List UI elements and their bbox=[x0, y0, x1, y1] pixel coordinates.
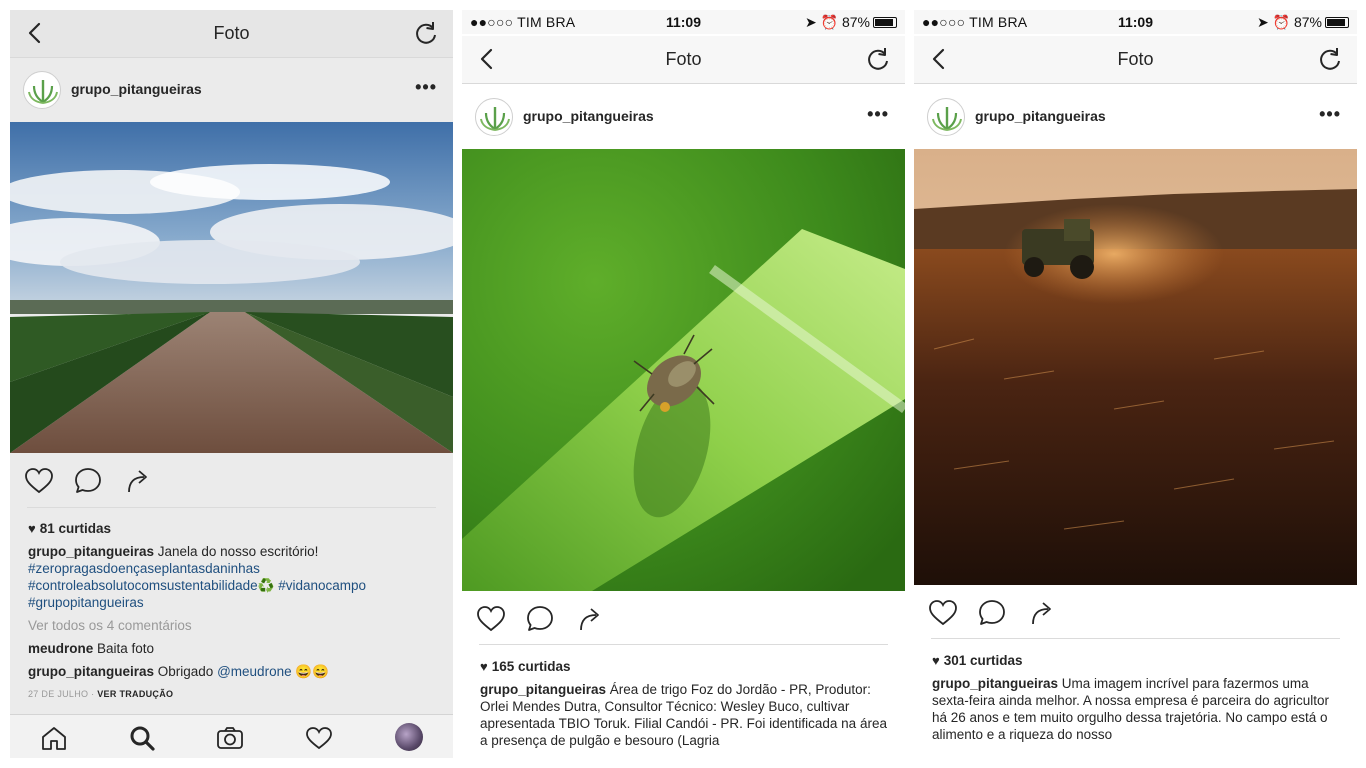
post-actions bbox=[462, 596, 905, 642]
post-meta: ♥ 81 curtidas grupo_pitangueiras Janela d… bbox=[28, 520, 439, 703]
post-date: 27 DE JULHO bbox=[28, 689, 89, 699]
post-actions bbox=[914, 590, 1357, 636]
status-right: ➤ ⏰ 87% bbox=[805, 14, 897, 31]
post-date-row: 27 DE JULHO · VER TRADUÇÃO bbox=[28, 689, 174, 699]
status-right: ➤ ⏰ 87% bbox=[1257, 14, 1349, 31]
heart-filled-icon: ♥ bbox=[480, 659, 488, 674]
home-icon[interactable] bbox=[40, 725, 68, 751]
location-alarm-icons: ➤ ⏰ bbox=[805, 14, 842, 30]
leaf-logo-icon bbox=[932, 107, 962, 131]
comment: grupo_pitangueiras Obrigado @meudrone 😄😄 bbox=[28, 663, 439, 680]
caption: grupo_pitangueiras Área de trigo Foz do … bbox=[480, 681, 891, 749]
nav-title: Foto bbox=[665, 49, 702, 69]
hashtag[interactable]: #zeropragasdoençaseplantasdaninhas bbox=[28, 561, 260, 576]
screenshot-panel-3: ●●○○○ TIM BRA 11:09 ➤ ⏰ 87% Foto grupo_p… bbox=[914, 10, 1357, 758]
post-meta: ♥ 165 curtidas grupo_pitangueiras Área de… bbox=[480, 658, 891, 749]
comment-icon[interactable] bbox=[73, 466, 103, 496]
post-header: grupo_pitangueiras ••• bbox=[914, 86, 1357, 148]
divider bbox=[479, 644, 888, 645]
caption: grupo_pitangueiras Janela do nosso escri… bbox=[28, 543, 439, 611]
navigation-bar: Foto bbox=[10, 10, 453, 58]
heart-icon[interactable] bbox=[928, 598, 958, 628]
post-photo-tractor-field bbox=[914, 149, 1357, 585]
post-username[interactable]: grupo_pitangueiras bbox=[975, 108, 1106, 124]
search-icon[interactable] bbox=[128, 725, 156, 751]
comment-username[interactable]: meudrone bbox=[28, 641, 93, 656]
screenshot-panel-2: ●●○○○ TIM BRA 11:09 ➤ ⏰ 87% Foto grupo_p… bbox=[462, 10, 905, 758]
nav-title: Foto bbox=[1117, 49, 1154, 69]
avatar[interactable] bbox=[23, 71, 61, 109]
caption-username[interactable]: grupo_pitangueiras bbox=[480, 682, 606, 697]
heart-filled-icon: ♥ bbox=[932, 653, 940, 668]
battery-icon bbox=[1325, 17, 1349, 28]
nav-title: Foto bbox=[213, 23, 250, 43]
heart-icon[interactable] bbox=[24, 466, 54, 496]
hashtag[interactable]: #vidanocampo bbox=[278, 578, 366, 593]
likes-count[interactable]: ♥ 81 curtidas bbox=[28, 520, 439, 537]
avatar[interactable] bbox=[927, 98, 965, 136]
share-icon[interactable] bbox=[123, 466, 153, 496]
post-header: grupo_pitangueiras ••• bbox=[10, 59, 453, 121]
battery-icon bbox=[873, 17, 897, 28]
more-icon[interactable]: ••• bbox=[867, 104, 889, 125]
leaf-logo-icon bbox=[480, 107, 510, 131]
share-icon[interactable] bbox=[575, 604, 605, 634]
post-header: grupo_pitangueiras ••• bbox=[462, 86, 905, 148]
more-icon[interactable]: ••• bbox=[1319, 104, 1341, 125]
post-username[interactable]: grupo_pitangueiras bbox=[523, 108, 654, 124]
likes-count[interactable]: ♥ 165 curtidas bbox=[480, 658, 891, 675]
caption: grupo_pitangueiras Uma imagem incrível p… bbox=[932, 675, 1343, 743]
battery-percent: 87% bbox=[841, 14, 870, 30]
see-translation-link[interactable]: VER TRADUÇÃO bbox=[97, 689, 173, 699]
post-username[interactable]: grupo_pitangueiras bbox=[71, 81, 202, 97]
comment: meudrone Baita foto bbox=[28, 640, 439, 657]
caption-text: Janela do nosso escritório! bbox=[157, 544, 319, 559]
comment-icon[interactable] bbox=[977, 598, 1007, 628]
post-meta: ♥ 301 curtidas grupo_pitangueiras Uma ima… bbox=[932, 652, 1343, 743]
share-icon[interactable] bbox=[1027, 598, 1057, 628]
status-bar: ●●○○○ TIM BRA 11:09 ➤ ⏰ 87% bbox=[462, 10, 905, 34]
heart-icon[interactable] bbox=[476, 604, 506, 634]
status-bar: ●●○○○ TIM BRA 11:09 ➤ ⏰ 87% bbox=[914, 10, 1357, 34]
leaf-logo-icon bbox=[28, 80, 58, 104]
view-all-comments-link[interactable]: Ver todos os 4 comentários bbox=[28, 617, 439, 634]
mention[interactable]: @meudrone bbox=[217, 664, 292, 679]
heart-filled-icon: ♥ bbox=[28, 521, 36, 536]
post-actions bbox=[10, 458, 453, 504]
more-icon[interactable]: ••• bbox=[415, 77, 437, 98]
activity-heart-icon[interactable] bbox=[305, 725, 333, 751]
reload-icon[interactable] bbox=[865, 46, 891, 72]
screenshot-panel-1: Foto grupo_pitangueiras ••• ♥ 81 curtida… bbox=[10, 10, 453, 758]
likes-count[interactable]: ♥ 301 curtidas bbox=[932, 652, 1343, 669]
reload-icon[interactable] bbox=[413, 20, 439, 46]
comment-username[interactable]: grupo_pitangueiras bbox=[28, 664, 154, 679]
bottom-tab-bar bbox=[10, 714, 453, 758]
camera-icon[interactable] bbox=[216, 725, 244, 751]
battery-percent: 87% bbox=[1293, 14, 1322, 30]
navigation-bar: Foto bbox=[914, 36, 1357, 84]
hashtag[interactable]: #controleabsolutocomsustentabilidade♻️ bbox=[28, 578, 274, 593]
profile-avatar[interactable] bbox=[395, 723, 423, 751]
comment-text: Baita foto bbox=[97, 641, 155, 656]
comment-text: Obrigado bbox=[157, 664, 214, 679]
navigation-bar: Foto bbox=[462, 36, 905, 84]
divider bbox=[931, 638, 1340, 639]
location-alarm-icons: ➤ ⏰ bbox=[1257, 14, 1294, 30]
avatar[interactable] bbox=[475, 98, 513, 136]
reload-icon[interactable] bbox=[1317, 46, 1343, 72]
divider bbox=[27, 507, 436, 508]
hashtag[interactable]: #grupopitangueiras bbox=[28, 595, 144, 610]
caption-username[interactable]: grupo_pitangueiras bbox=[28, 544, 154, 559]
post-photo-road bbox=[10, 122, 453, 453]
caption-username[interactable]: grupo_pitangueiras bbox=[932, 676, 1058, 691]
emoji: 😄😄 bbox=[295, 664, 329, 679]
comment-icon[interactable] bbox=[525, 604, 555, 634]
post-photo-wheat-leaf bbox=[462, 149, 905, 591]
